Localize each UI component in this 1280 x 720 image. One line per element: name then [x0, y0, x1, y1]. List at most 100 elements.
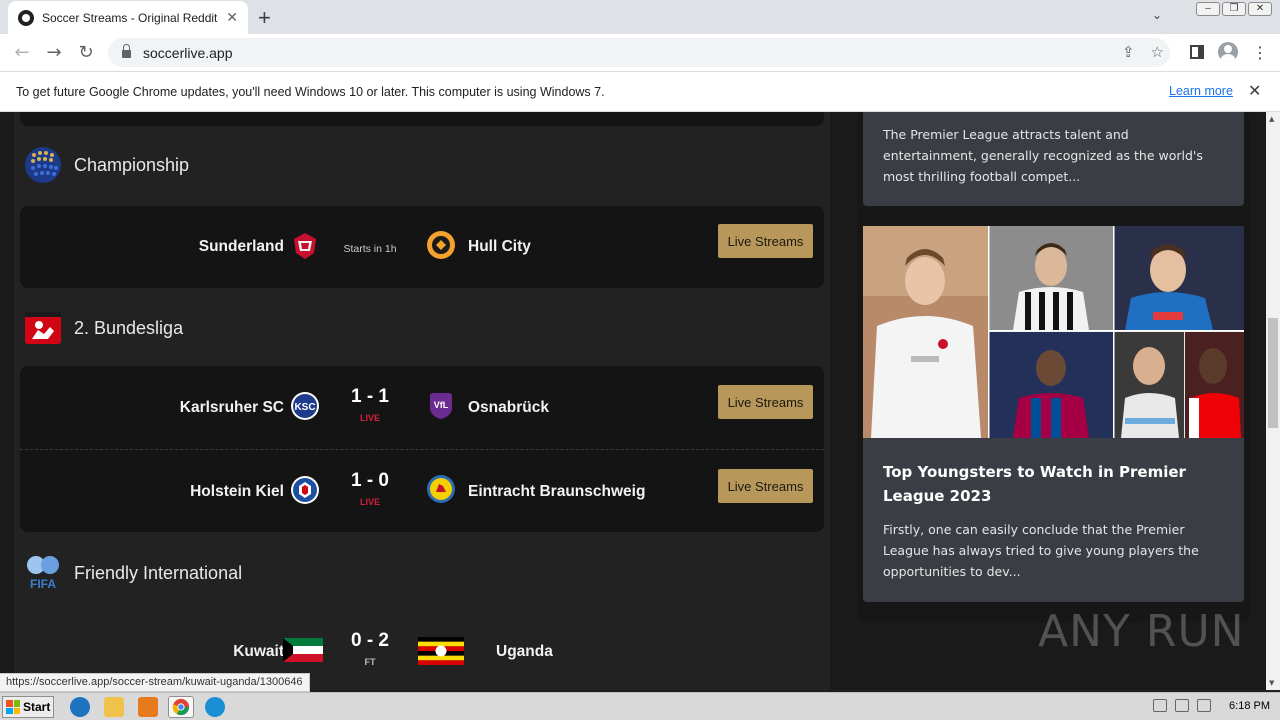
- minimize-button[interactable]: –: [1196, 2, 1220, 16]
- action-center-flag-icon[interactable]: [1197, 699, 1212, 712]
- chrome-taskbar-button[interactable]: [168, 696, 194, 718]
- windows-logo-icon: [6, 700, 20, 714]
- home-team: Sunderland: [198, 238, 284, 255]
- network-icon[interactable]: [1175, 699, 1190, 712]
- page-content: Championship Sunderland Starts in 1h Hul…: [0, 112, 1266, 690]
- live-streams-button[interactable]: Live Streams: [718, 385, 813, 419]
- forward-icon[interactable]: →: [38, 37, 70, 69]
- news-article-card[interactable]: Top Youngsters to Watch in Premier Leagu…: [863, 226, 1244, 602]
- reload-icon[interactable]: ↻: [70, 37, 102, 69]
- svg-text:VfL: VfL: [434, 400, 449, 410]
- match-status: Starts in 1h: [343, 243, 397, 255]
- home-team: Kuwait: [233, 643, 284, 660]
- live-badge: LIVE: [359, 413, 380, 423]
- match-row[interactable]: Karlsruher SC KSC 1 - 1 LIVE VfL Osnabrü…: [20, 366, 824, 448]
- news-article-card[interactable]: The Premier League attracts talent and e…: [863, 112, 1244, 206]
- uganda-flag-icon: [418, 637, 464, 665]
- back-icon[interactable]: ←: [6, 37, 38, 69]
- menu-kebab-icon[interactable]: ⋮: [1252, 43, 1268, 62]
- league-header-bundesliga-2: 2. Bundesliga: [24, 309, 183, 347]
- edge-icon[interactable]: [205, 697, 225, 717]
- windows-taskbar: Start 6:18 PM: [0, 692, 1280, 720]
- volume-icon[interactable]: [1153, 699, 1168, 712]
- infobar-close-icon[interactable]: ✕: [1248, 81, 1261, 100]
- page-scrollbar[interactable]: ▲ ▼: [1266, 112, 1280, 690]
- match-score: 0 - 2: [350, 630, 390, 651]
- championship-logo-icon: [25, 147, 61, 183]
- live-streams-button[interactable]: Live Streams: [718, 224, 813, 258]
- article-description: The Premier League attracts talent and e…: [883, 127, 1203, 184]
- anyrun-watermark: ANY RUN: [1038, 606, 1245, 657]
- soccer-ball-icon: [18, 9, 34, 26]
- kuwait-flag-icon: [283, 638, 323, 662]
- article-thumbnail[interactable]: [863, 226, 1244, 438]
- match-score: 1 - 1: [350, 386, 390, 407]
- osnabrueck-crest-icon: VfL: [430, 393, 452, 419]
- full-time-badge: FT: [364, 657, 376, 667]
- bookmark-star-icon[interactable]: ☆: [1151, 43, 1164, 61]
- file-explorer-icon[interactable]: [104, 697, 124, 717]
- close-window-button[interactable]: ✕: [1248, 2, 1272, 16]
- tab-search-icon[interactable]: ⌄: [1152, 8, 1162, 22]
- profile-avatar-icon[interactable]: [1218, 42, 1238, 62]
- address-bar[interactable]: soccerlive.app ⇪ ☆: [108, 38, 1170, 67]
- learn-more-link[interactable]: Learn more: [1169, 84, 1233, 98]
- league-card-championship: Sunderland Starts in 1h Hull City Live S…: [20, 206, 824, 288]
- browser-toolbar: ← → ↻ soccerlive.app ⇪ ☆: [0, 34, 1280, 71]
- svg-text:KSC: KSC: [294, 402, 315, 413]
- link-status-bar: https://soccerlive.app/soccer-stream/kuw…: [0, 673, 310, 692]
- home-team: Karlsruher SC: [179, 399, 284, 416]
- new-tab-button[interactable]: +: [258, 5, 271, 31]
- media-player-icon[interactable]: [138, 697, 158, 717]
- clock[interactable]: 6:18 PM: [1229, 700, 1270, 712]
- update-infobar: To get future Google Chrome updates, you…: [0, 71, 1280, 112]
- chrome-icon: [172, 698, 190, 716]
- tab-close-icon[interactable]: ✕: [226, 10, 238, 26]
- player-collage-image: [863, 226, 1244, 438]
- league-header-championship: Championship: [24, 146, 189, 184]
- match-row[interactable]: Holstein Kiel 1 - 0 LIVE Eintracht Braun…: [20, 450, 824, 532]
- home-team: Holstein Kiel: [190, 483, 284, 500]
- away-team: Eintracht Braunschweig: [468, 483, 646, 500]
- side-panel-icon[interactable]: [1190, 45, 1204, 59]
- restore-button[interactable]: ❐: [1222, 2, 1246, 16]
- live-badge: LIVE: [359, 497, 380, 507]
- bundesliga-logo-icon: [25, 312, 61, 344]
- share-icon[interactable]: ⇪: [1122, 43, 1135, 61]
- league-name: Friendly International: [74, 562, 243, 583]
- away-team: Osnabrück: [468, 399, 549, 416]
- system-tray: 6:18 PM: [1153, 699, 1270, 712]
- fifa-logo-icon: FIFA: [27, 556, 59, 591]
- start-button[interactable]: Start: [2, 696, 54, 718]
- league-header-friendly-international: FIFA Friendly International: [24, 554, 242, 592]
- matches-column: Championship Sunderland Starts in 1h Hul…: [14, 112, 830, 690]
- toolbar-right: ⋮: [1190, 42, 1268, 62]
- start-label: Start: [23, 700, 51, 714]
- tab-title: Soccer Streams - Original Reddit Soccer …: [42, 10, 218, 25]
- league-name: Championship: [74, 154, 190, 175]
- away-team: Uganda: [496, 643, 553, 660]
- braunschweig-crest-icon: [427, 475, 455, 503]
- league-card-bundesliga-2: Karlsruher SC KSC 1 - 1 LIVE VfL Osnabrü…: [20, 366, 824, 532]
- sunderland-crest-icon: [294, 233, 316, 259]
- article-title[interactable]: Top Youngsters to Watch in Premier Leagu…: [863, 460, 1244, 508]
- match-row[interactable]: Sunderland Starts in 1h Hull City Live S…: [20, 206, 824, 288]
- browser-tab[interactable]: Soccer Streams - Original Reddit Soccer …: [8, 1, 248, 34]
- infobar-message: To get future Google Chrome updates, you…: [16, 84, 605, 99]
- league-name: 2. Bundesliga: [74, 317, 184, 338]
- url-text[interactable]: soccerlive.app: [143, 45, 233, 61]
- hull-city-crest-icon: [427, 231, 455, 259]
- tab-strip: Soccer Streams - Original Reddit Soccer …: [0, 0, 1280, 34]
- article-description: Firstly, one can easily conclude that th…: [883, 522, 1199, 579]
- scrollbar-thumb[interactable]: [1268, 318, 1278, 428]
- window-controls: – ❐ ✕: [1196, 2, 1272, 16]
- holstein-kiel-crest-icon: [291, 476, 319, 504]
- previous-league-card: [20, 112, 824, 126]
- lock-icon[interactable]: [122, 44, 131, 58]
- internet-explorer-icon[interactable]: [70, 697, 90, 717]
- scroll-down-arrow-icon[interactable]: ▼: [1269, 679, 1274, 687]
- live-streams-button[interactable]: Live Streams: [718, 469, 813, 503]
- karlsruher-crest-icon: KSC: [291, 392, 319, 420]
- scroll-up-arrow-icon[interactable]: ▲: [1269, 115, 1274, 123]
- svg-text:FIFA: FIFA: [30, 577, 56, 591]
